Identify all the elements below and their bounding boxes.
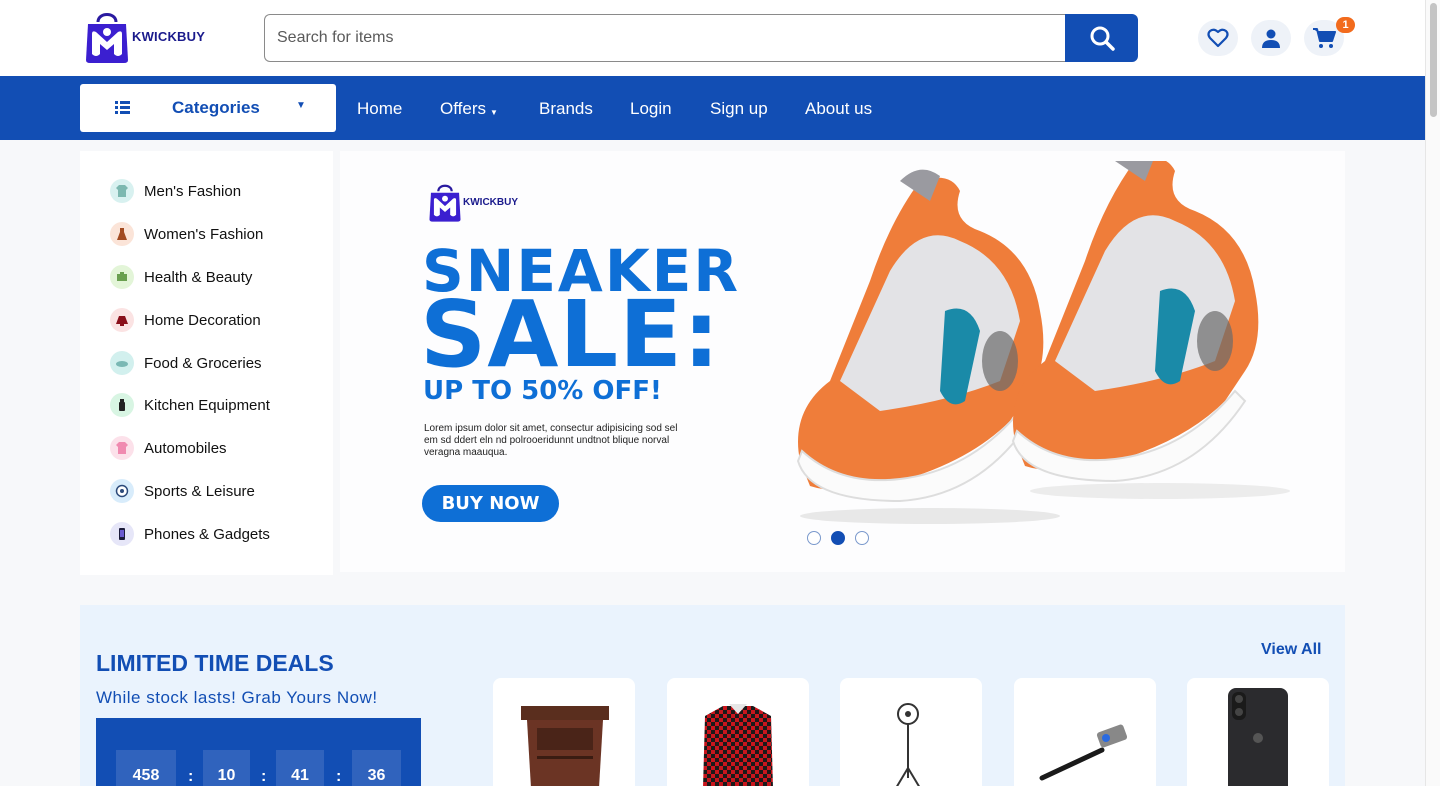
sidebar-item-kitchen-equipment[interactable]: Kitchen Equipment [110, 393, 270, 417]
search-button[interactable] [1065, 14, 1138, 62]
timer-separator: : [261, 768, 267, 785]
sidebar-item-automobiles[interactable]: Automobiles [110, 436, 227, 460]
cart-icon [1313, 28, 1336, 48]
sidebar-item-label: Kitchen Equipment [144, 396, 270, 414]
sneakers-image [796, 161, 1290, 524]
deals-subtitle: While stock lasts! Grab Yours Now! [96, 688, 378, 707]
deal-card-smartphone[interactable] [1187, 678, 1329, 786]
carousel-dot-3[interactable] [855, 531, 869, 545]
hero-banner[interactable]: KWICKBUY SNEAKER SALE: UP TO 50% OFF! Lo… [340, 151, 1345, 572]
main-nav: Categories ▼ Home Offers ▼ Brands Login S… [0, 76, 1425, 140]
cart-count-badge: 1 [1336, 17, 1355, 33]
lamp-icon [110, 308, 134, 332]
sidebar-item-label: Automobiles [144, 439, 227, 457]
sidebar-item-label: Phones & Gadgets [144, 525, 270, 543]
sidebar-item-label: Women's Fashion [144, 225, 264, 243]
banner-logo: KWICKBUY [428, 182, 518, 222]
food-icon [110, 351, 134, 375]
caret-down-icon: ▼ [296, 100, 306, 111]
phone-icon [110, 522, 134, 546]
timer-hours: 10 [203, 750, 250, 786]
timer-minutes: 41 [276, 750, 324, 786]
search-bar [264, 14, 1138, 62]
caret-down-icon: ▼ [489, 108, 498, 117]
list-icon [115, 101, 130, 114]
buy-now-button[interactable]: BUY NOW [422, 485, 559, 522]
deals-title: LIMITED TIME DEALS [96, 650, 334, 676]
bottle-icon [110, 393, 134, 417]
carousel-dot-1[interactable] [807, 531, 821, 545]
deal-card-ring-light[interactable] [840, 678, 982, 786]
wishlist-button[interactable] [1198, 20, 1238, 56]
search-input[interactable] [264, 14, 1065, 62]
sidebar-item-label: Health & Beauty [144, 268, 253, 286]
timer-separator: : [188, 768, 194, 785]
timer-separator: : [336, 768, 342, 785]
brand-name: KWICKBUY [132, 29, 206, 44]
smartphone-image [1228, 688, 1288, 786]
sidebar-item-label: Food & Groceries [144, 354, 262, 372]
nav-signup[interactable]: Sign up [710, 99, 768, 119]
nav-brands[interactable]: Brands [539, 99, 593, 119]
brand-logo[interactable]: KWICKBUY [84, 10, 205, 63]
sidebar-item-label: Sports & Leisure [144, 482, 255, 500]
user-icon [1262, 29, 1280, 48]
banner-title-line2: SALE: [420, 281, 721, 388]
plaid-shirt-image [703, 704, 773, 786]
sidebar-item-mens-fashion[interactable]: Men's Fashion [110, 179, 241, 203]
sidebar-item-label: Home Decoration [144, 311, 261, 329]
shirt-icon [110, 179, 134, 203]
countdown-timer: 458 : 10 : 41 : 36 [96, 718, 421, 786]
carousel-dot-2[interactable] [831, 531, 845, 545]
sidebar-item-womens-fashion[interactable]: Women's Fashion [110, 222, 263, 246]
shopping-bag-logo-icon [86, 13, 128, 63]
view-all-link[interactable]: View All [1261, 641, 1321, 659]
nav-offers-label: Offers [440, 99, 486, 118]
cosmetics-icon [110, 265, 134, 289]
categories-button[interactable]: Categories ▼ [80, 84, 336, 132]
heart-icon [1207, 28, 1229, 48]
deal-card-nightstand[interactable] [493, 678, 635, 786]
sidebar-item-phones-gadgets[interactable]: Phones & Gadgets [110, 522, 270, 546]
banner-body-text: Lorem ipsum dolor sit amet, consectur ad… [424, 423, 678, 458]
account-button[interactable] [1251, 20, 1291, 56]
nav-home[interactable]: Home [357, 99, 402, 119]
timer-days: 458 [116, 750, 176, 786]
ring-light-image [896, 703, 920, 786]
car-icon [110, 436, 134, 460]
deal-card-plaid-shirt[interactable] [667, 678, 809, 786]
limited-time-deals: LIMITED TIME DEALS While stock lasts! Gr… [80, 605, 1345, 786]
carousel-dots [807, 531, 869, 545]
sidebar-item-home-decoration[interactable]: Home Decoration [110, 308, 261, 332]
nav-offers[interactable]: Offers ▼ [440, 99, 498, 119]
sidebar-item-sports-leisure[interactable]: Sports & Leisure [110, 479, 255, 503]
banner-subtitle: UP TO 50% OFF! [423, 376, 662, 406]
header: KWICKBUY 1 [0, 0, 1425, 76]
nav-login[interactable]: Login [630, 99, 672, 119]
sidebar-item-label: Men's Fashion [144, 182, 242, 200]
search-icon [1090, 26, 1115, 51]
nav-about[interactable]: About us [805, 99, 872, 119]
categories-label: Categories [172, 98, 260, 117]
timer-seconds: 36 [352, 750, 401, 786]
sidebar-item-food-groceries[interactable]: Food & Groceries [110, 351, 262, 375]
sidebar-item-health-beauty[interactable]: Health & Beauty [110, 265, 252, 289]
page-scrollbar[interactable] [1425, 0, 1440, 786]
dress-icon [110, 222, 134, 246]
scrollbar-thumb[interactable] [1430, 3, 1437, 117]
category-sidebar: Men's Fashion Women's Fashion Health & B… [80, 151, 333, 575]
nightstand-image [521, 706, 609, 786]
ball-icon [110, 479, 134, 503]
banner-brand-name: KWICKBUY [463, 196, 518, 208]
deal-card-selfie-stick[interactable] [1014, 678, 1156, 786]
selfie-stick-image [1039, 724, 1128, 781]
shopping-bag-logo-icon [429, 184, 461, 222]
